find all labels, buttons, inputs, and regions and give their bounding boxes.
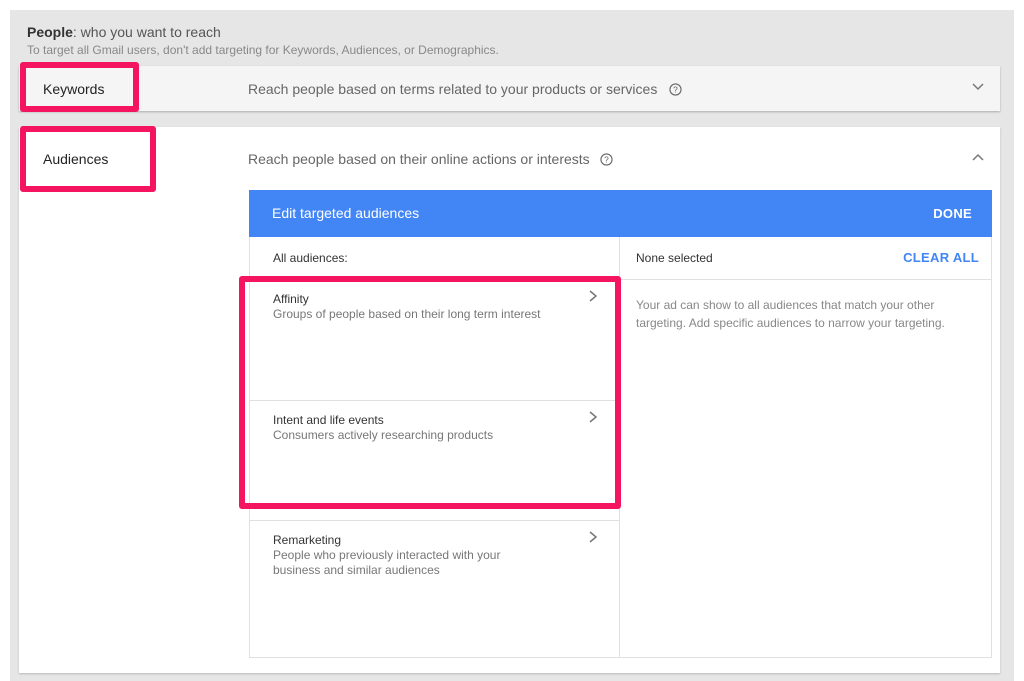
chevron-right-icon [587, 530, 599, 549]
svg-text:?: ? [604, 154, 609, 164]
audience-list-header: All audiences: [250, 237, 619, 280]
audience-items-highlight-box [239, 276, 621, 509]
audiences-description: Reach people based on their online actio… [248, 151, 590, 167]
selected-audiences-header: None selected CLEAR ALL [620, 237, 991, 280]
section-title: People: who you want to reach [27, 24, 221, 40]
all-audiences-label: All audiences: [273, 251, 348, 265]
selection-message: Your ad can show to all audiences that m… [636, 298, 945, 330]
section-subtitle: To target all Gmail users, don't add tar… [27, 43, 499, 57]
audiences-highlight-box [20, 126, 156, 192]
audiences-description-wrap: Reach people based on their online actio… [248, 151, 613, 167]
chevron-down-icon[interactable] [971, 79, 985, 96]
audience-item-subtitle: People who previously interacted with yo… [273, 548, 501, 577]
keywords-description-wrap: Reach people based on terms related to y… [248, 81, 682, 97]
editor-header: Edit targeted audiences DONE [249, 190, 992, 237]
clear-all-button[interactable]: CLEAR ALL [903, 250, 979, 265]
keywords-highlight-box [20, 62, 139, 112]
editor-title: Edit targeted audiences [272, 205, 420, 221]
selected-audiences-pane: None selected CLEAR ALL Your ad can show… [620, 237, 991, 657]
selection-status: None selected [636, 251, 713, 265]
done-button[interactable]: DONE [933, 206, 972, 221]
keywords-row[interactable]: Keywords Reach people based on terms rel… [19, 66, 1000, 111]
help-circle-icon[interactable]: ? [600, 152, 613, 166]
keywords-description: Reach people based on terms related to y… [248, 81, 658, 97]
help-circle-icon[interactable]: ? [669, 82, 682, 96]
audience-item-remarketing[interactable]: Remarketing People who previously intera… [250, 521, 619, 657]
audience-item-title: Remarketing [273, 533, 342, 547]
chevron-up-icon[interactable] [971, 151, 985, 168]
svg-text:?: ? [674, 84, 679, 94]
